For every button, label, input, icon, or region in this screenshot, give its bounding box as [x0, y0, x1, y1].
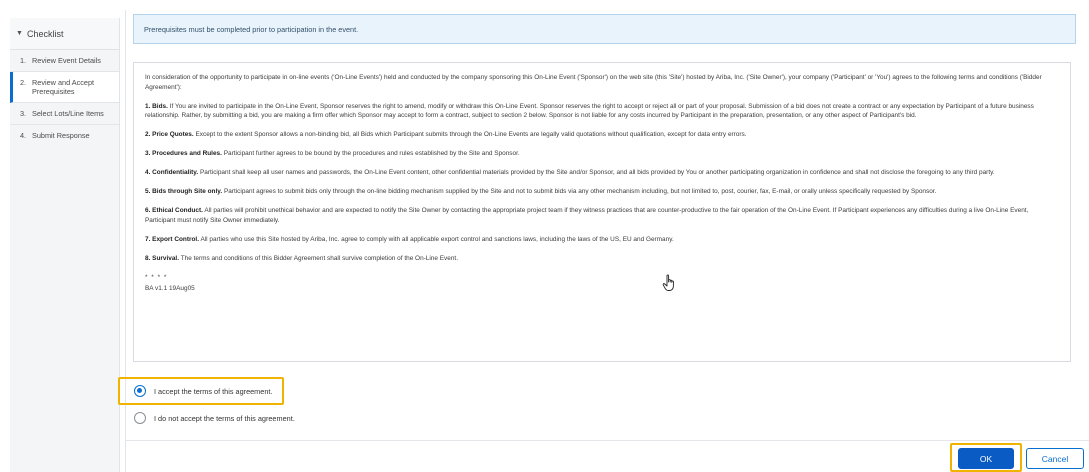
- agreement-stars: * * * *: [145, 273, 168, 281]
- bidder-agreement[interactable]: In consideration of the opportunity to p…: [133, 62, 1071, 362]
- banner-text: Prerequisites must be completed prior to…: [144, 24, 359, 34]
- checklist-sidebar: ▼ Checklist 1. Review Event Details 2. R…: [10, 18, 120, 472]
- clause-title: 6. Ethical Conduct.: [145, 207, 203, 214]
- accept-label: I accept the terms of this agreement.: [154, 386, 273, 396]
- clause-text: Participant shall keep all user names an…: [199, 169, 995, 176]
- hand-pointer-icon: [662, 274, 674, 291]
- accept-terms-option[interactable]: I accept the terms of this agreement.: [134, 385, 272, 397]
- clause-title: 5. Bids through Site only.: [145, 188, 223, 195]
- cancel-button[interactable]: Cancel: [1026, 448, 1084, 469]
- clause-title: 4. Confidentiality.: [145, 169, 199, 176]
- clause-title: 3. Procedures and Rules.: [145, 150, 222, 157]
- step-label: Submit Response: [32, 131, 90, 141]
- ok-button[interactable]: OK: [958, 448, 1014, 469]
- clause-title: 8. Survival.: [145, 254, 179, 262]
- clause-text: Participant agrees to submit bids only t…: [223, 188, 937, 195]
- clause-title: 1. Bids.: [145, 102, 168, 110]
- step-number: 3.: [20, 109, 27, 119]
- step-number: 2.: [20, 78, 27, 88]
- sidebar-item-select-lots[interactable]: 3. Select Lots/Line Items: [10, 103, 119, 126]
- checklist-title: Checklist: [26, 28, 64, 39]
- footer-divider: [126, 440, 1089, 441]
- step-label: Review and Accept Prerequisites: [32, 78, 95, 97]
- sidebar-item-review-accept-prerequisites[interactable]: 2. Review and Accept Prerequisites: [10, 72, 119, 104]
- agreement-clause: 6. Ethical Conduct. All parties will pro…: [145, 206, 1058, 225]
- clause-title: 2. Price Quotes.: [145, 131, 194, 138]
- agreement-clause: 5. Bids through Site only. Participant a…: [145, 187, 1058, 197]
- clause-text: The terms and conditions of this Bidder …: [180, 254, 459, 262]
- agreement-clause: 4. Confidentiality. Participant shall ke…: [145, 168, 1058, 178]
- step-label: Review Event Details: [32, 56, 101, 65]
- clause-text: If You are invited to participate in the…: [145, 102, 1034, 120]
- sidebar-item-review-event-details[interactable]: 1. Review Event Details: [10, 50, 119, 73]
- step-number: 1.: [20, 56, 27, 65]
- decline-label: I do not accept the terms of this agreem…: [154, 413, 295, 423]
- agreement-clause: 2. Price Quotes. Except to the extent Sp…: [145, 130, 1058, 140]
- agreement-version: BA v1.1 19Aug05: [145, 285, 195, 292]
- decline-terms-option[interactable]: I do not accept the terms of this agreem…: [134, 412, 295, 424]
- clause-text: Except to the extent Sponsor allows a no…: [195, 131, 747, 138]
- agreement-clause: 8. Survival. The terms and conditions of…: [145, 254, 1058, 264]
- caret-down-icon: ▼: [16, 30, 23, 37]
- step-number: 4.: [20, 131, 27, 141]
- agreement-clause: 7. Export Control. All parties who use t…: [145, 235, 1058, 245]
- clause-title: 7. Export Control.: [145, 235, 200, 243]
- clause-text: Participant further agrees to be bound b…: [223, 150, 520, 157]
- decline-radio[interactable]: [134, 412, 146, 424]
- checklist-header[interactable]: ▼ Checklist: [10, 18, 119, 50]
- step-label: Select Lots/Line Items: [32, 109, 104, 119]
- sidebar-item-submit-response[interactable]: 4. Submit Response: [10, 125, 119, 146]
- clause-text: All parties will prohibit unethical beha…: [145, 207, 1029, 224]
- agreement-intro: In consideration of the opportunity to p…: [145, 74, 1042, 91]
- agreement-clause: 1. Bids. If You are invited to participa…: [145, 102, 1058, 121]
- accept-radio[interactable]: [134, 385, 146, 397]
- info-banner: Prerequisites must be completed prior to…: [133, 14, 1076, 44]
- agreement-clause: 3. Procedures and Rules. Participant fur…: [145, 149, 1058, 159]
- clause-text: All parties who use this Site hosted by …: [200, 235, 674, 243]
